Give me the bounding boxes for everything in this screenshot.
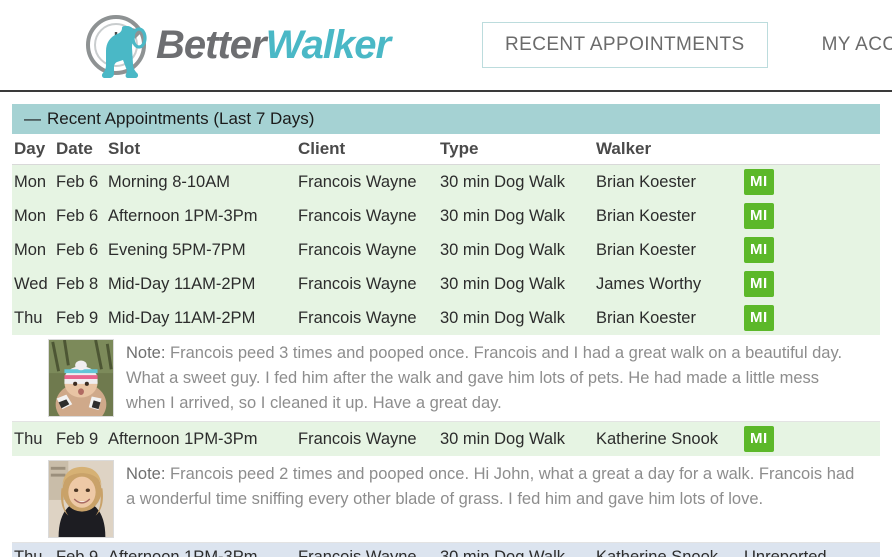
nav-recent-appointments[interactable]: RECENT APPOINTMENTS bbox=[482, 22, 768, 68]
table-head: Day Date Slot Client Type Walker bbox=[12, 134, 880, 165]
cell-day: Thu bbox=[12, 421, 56, 456]
table-body: Mon Feb 6 Morning 8-10AM Francois Wayne 30 m… bbox=[12, 164, 880, 557]
cell-day: Thu bbox=[12, 301, 56, 335]
cell-date: Feb 6 bbox=[56, 233, 108, 267]
logo[interactable]: BetterWalker bbox=[80, 6, 391, 84]
section-dash-icon: — bbox=[24, 109, 41, 128]
cell-date: Feb 6 bbox=[56, 164, 108, 199]
cell-client: Francois Wayne bbox=[298, 542, 440, 557]
cell-client: Francois Wayne bbox=[298, 164, 440, 199]
note-block: Note: Francois peed 2 times and pooped o… bbox=[12, 456, 880, 542]
cell-type: 30 min Dog Walk bbox=[440, 267, 596, 301]
table-row[interactable]: Wed Feb 8 Mid-Day 11AM-2PM Francois Wayne 30… bbox=[12, 267, 880, 301]
cell-walker: Brian Koester bbox=[596, 164, 744, 199]
note-cell: Note: Francois peed 3 times and pooped o… bbox=[12, 335, 880, 422]
status-badge[interactable]: MI bbox=[744, 271, 774, 297]
note-label: Note: bbox=[126, 465, 166, 483]
status-badge[interactable]: MI bbox=[744, 426, 774, 452]
cell-day: Mon bbox=[12, 199, 56, 233]
table-row[interactable]: ThuFeb 9Afternoon 1PM-3PmFrancois Wayne3… bbox=[12, 542, 880, 557]
table-header-row: Day Date Slot Client Type Walker bbox=[12, 134, 880, 165]
cell-status: Unreported bbox=[744, 542, 880, 557]
status-badge[interactable]: MI bbox=[744, 203, 774, 229]
column-header-date: Date bbox=[56, 134, 108, 165]
cell-date: Feb 9 bbox=[56, 542, 108, 557]
child-in-winter-hat-photo bbox=[48, 339, 114, 417]
cell-slot: Mid-Day 11AM-2PM bbox=[108, 301, 298, 335]
column-header-walker: Walker bbox=[596, 134, 744, 165]
cell-date: Feb 9 bbox=[56, 421, 108, 456]
table-row[interactable]: Mon Feb 6 Afternoon 1PM-3Pm Francois Wayne 3… bbox=[12, 199, 880, 233]
cell-slot: Afternoon 1PM-3Pm bbox=[108, 421, 298, 456]
table-row[interactable]: Mon Feb 6 Morning 8-10AM Francois Wayne 30 m… bbox=[12, 164, 880, 199]
note-block: Note: Francois peed 3 times and pooped o… bbox=[12, 335, 880, 421]
cell-status: MI bbox=[744, 233, 880, 267]
column-header-slot: Slot bbox=[108, 134, 298, 165]
table-row[interactable]: Mon Feb 6 Evening 5PM-7PM Francois Wayne 30 … bbox=[12, 233, 880, 267]
cell-client: Francois Wayne bbox=[298, 233, 440, 267]
column-header-status bbox=[744, 134, 880, 165]
note-text: Note: Francois peed 3 times and pooped o… bbox=[126, 344, 843, 413]
cell-type: 30 min Dog Walk bbox=[440, 233, 596, 267]
site-header: BetterWalker RECENT APPOINTMENTS MY ACCO… bbox=[0, 0, 892, 92]
cell-day: Wed bbox=[12, 267, 56, 301]
note-cell: Note: Francois peed 2 times and pooped o… bbox=[12, 456, 880, 543]
column-header-client: Client bbox=[298, 134, 440, 165]
table-row[interactable]: Thu Feb 9 Mid-Day 11AM-2PM Francois Wayne 30… bbox=[12, 301, 880, 335]
table-row[interactable]: ThuFeb 9Afternoon 1PM-3PmFrancois Wayne3… bbox=[12, 421, 880, 456]
cell-type: 30 min Dog Walk bbox=[440, 542, 596, 557]
section-banner: — Recent Appointments (Last 7 Days) bbox=[12, 104, 880, 134]
cell-client: Francois Wayne bbox=[298, 267, 440, 301]
cell-status: MI bbox=[744, 199, 880, 233]
column-header-day: Day bbox=[12, 134, 56, 165]
cell-day: Mon bbox=[12, 164, 56, 199]
cell-slot: Evening 5PM-7PM bbox=[108, 233, 298, 267]
cell-type: 30 min Dog Walk bbox=[440, 421, 596, 456]
cell-slot: Mid-Day 11AM-2PM bbox=[108, 267, 298, 301]
clock-dog-logo-icon bbox=[80, 6, 162, 84]
cell-walker: Katherine Snook bbox=[596, 542, 744, 557]
cell-date: Feb 8 bbox=[56, 267, 108, 301]
cell-status: MI bbox=[744, 267, 880, 301]
appointments-table: Day Date Slot Client Type Walker Mon Feb … bbox=[12, 134, 880, 557]
cell-status: MI bbox=[744, 301, 880, 335]
note-label: Note: bbox=[126, 344, 166, 362]
cell-walker: Katherine Snook bbox=[596, 421, 744, 456]
cell-walker: Brian Koester bbox=[596, 199, 744, 233]
note-text: Note: Francois peed 2 times and pooped o… bbox=[126, 465, 855, 509]
column-header-type: Type bbox=[440, 134, 596, 165]
cell-type: 30 min Dog Walk bbox=[440, 199, 596, 233]
cell-status: MI bbox=[744, 164, 880, 199]
cell-day: Mon bbox=[12, 233, 56, 267]
logo-text-walker: Walker bbox=[265, 22, 391, 67]
nav-my-account[interactable]: MY ACCOUNT bbox=[800, 23, 892, 67]
logo-wordmark: BetterWalker bbox=[156, 22, 391, 68]
section-title: Recent Appointments (Last 7 Days) bbox=[47, 109, 315, 128]
status-text: Unreported bbox=[744, 548, 827, 557]
cell-slot: Morning 8-10AM bbox=[108, 164, 298, 199]
cell-day: Thu bbox=[12, 542, 56, 557]
status-badge[interactable]: MI bbox=[744, 305, 774, 331]
cell-slot: Afternoon 1PM-3Pm bbox=[108, 542, 298, 557]
cell-client: Francois Wayne bbox=[298, 301, 440, 335]
blonde-woman-portrait-photo bbox=[48, 460, 114, 538]
cell-type: 30 min Dog Walk bbox=[440, 164, 596, 199]
note-row: Note: Francois peed 2 times and pooped o… bbox=[12, 456, 880, 543]
cell-status: MI bbox=[744, 421, 880, 456]
cell-date: Feb 9 bbox=[56, 301, 108, 335]
cell-walker: Brian Koester bbox=[596, 233, 744, 267]
cell-slot: Afternoon 1PM-3Pm bbox=[108, 199, 298, 233]
cell-type: 30 min Dog Walk bbox=[440, 301, 596, 335]
cell-date: Feb 6 bbox=[56, 199, 108, 233]
cell-client: Francois Wayne bbox=[298, 421, 440, 456]
status-badge[interactable]: MI bbox=[744, 237, 774, 263]
cell-client: Francois Wayne bbox=[298, 199, 440, 233]
status-badge[interactable]: MI bbox=[744, 169, 774, 195]
logo-text-better: Better bbox=[156, 22, 267, 67]
cell-walker: Brian Koester bbox=[596, 301, 744, 335]
main-navigation: RECENT APPOINTMENTS MY ACCOUNT bbox=[482, 22, 892, 68]
note-row: Note: Francois peed 3 times and pooped o… bbox=[12, 335, 880, 422]
cell-walker: James Worthy bbox=[596, 267, 744, 301]
